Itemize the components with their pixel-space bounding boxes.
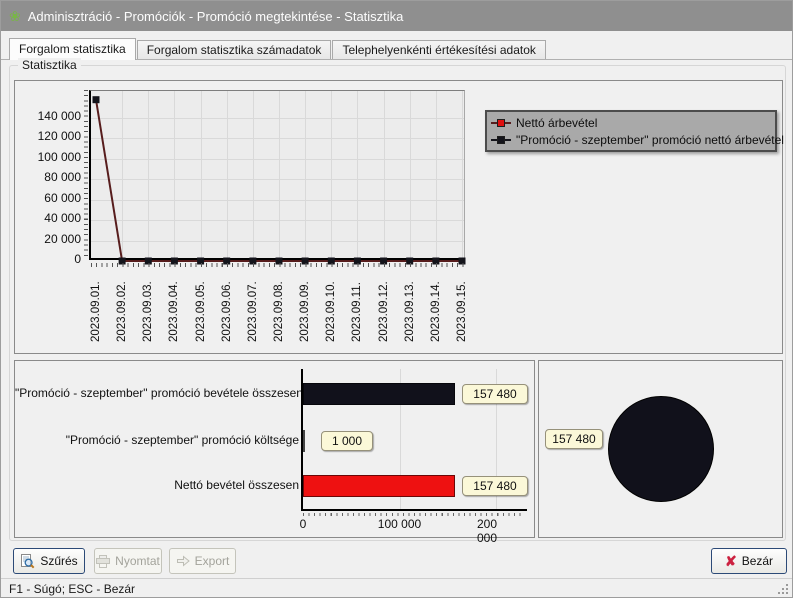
title-bar[interactable]: ❀ Adminisztráció - Promóciók - Promóció …: [1, 1, 792, 31]
bar-value-label: 157 480: [462, 384, 528, 404]
app-icon: ❀: [9, 9, 21, 23]
export-arrow-icon: [176, 555, 190, 567]
legend-label: "Promóció - szeptember" promóció nettó á…: [516, 133, 784, 147]
close-button[interactable]: ✘ Bezár: [711, 548, 787, 574]
y-tick-label: 120 000: [15, 129, 81, 143]
x-date-label: 2023.09.05.: [194, 265, 208, 342]
filter-button-label: Szűrés: [40, 554, 77, 568]
x-date-label: 2023.09.09.: [298, 265, 312, 342]
groupbox-label: Statisztika: [18, 58, 81, 72]
bar-category-label: Nettó bevétel összesen: [15, 478, 299, 492]
tab-forgalom-statisztika-szamadatok[interactable]: Forgalom statisztika számadatok: [137, 40, 332, 59]
export-button[interactable]: Export: [169, 548, 236, 574]
line-plot-area: [89, 90, 465, 260]
line-series-layer: [91, 91, 467, 261]
chart-legend: Nettó árbevétel "Promóció - szeptember" …: [485, 110, 777, 152]
x-date-label: 2023.09.13.: [403, 265, 417, 342]
pie-chart-panel: 157 480: [538, 360, 783, 538]
status-bar: F1 - Súgó; ESC - Bezár: [1, 578, 792, 598]
y-tick-label: 40 000: [15, 211, 81, 225]
x-date-label: 2023.09.02.: [115, 265, 129, 342]
y-tick-label: 140 000: [15, 109, 81, 123]
x-date-label: 2023.09.08.: [272, 265, 286, 342]
resize-grip[interactable]: [786, 592, 788, 594]
bar-promo-revenue: [303, 383, 455, 405]
y-tick-label: 100 000: [15, 150, 81, 164]
y-tick-label: 0: [15, 252, 81, 266]
legend-sample: [491, 117, 511, 128]
legend-sample: [491, 134, 511, 145]
print-button[interactable]: Nyomtat: [94, 548, 162, 574]
bar-net-revenue: [303, 475, 455, 497]
printer-icon: [96, 555, 110, 568]
window-title: Adminisztráció - Promóciók - Promóció me…: [28, 9, 404, 24]
x-date-label: 2023.09.04.: [167, 265, 181, 342]
y-tick-label: 60 000: [15, 191, 81, 205]
x-date-label: 2023.09.14.: [429, 265, 443, 342]
print-button-label: Nyomtat: [115, 554, 160, 568]
red-square-marker-icon: [497, 119, 505, 127]
bar-x-tick-label: 0: [300, 517, 307, 531]
bar-promo-cost: [303, 430, 305, 452]
data-point-marker: [93, 96, 100, 103]
bar-category-label: "Promóció - szeptember" promóció bevétel…: [15, 386, 299, 400]
line-chart-panel: Nettó árbevétel "Promóció - szeptember" …: [14, 80, 783, 354]
y-tick-label: 80 000: [15, 170, 81, 184]
status-bar-text: F1 - Súgó; ESC - Bezár: [9, 582, 135, 596]
legend-label: Nettó árbevétel: [516, 116, 597, 130]
bar-x-tick-label: 100 000: [378, 517, 421, 531]
legend-item-netto-arbevetel: Nettó árbevétel: [491, 114, 771, 131]
bar-axis-minor-ticks: [303, 513, 525, 516]
tab-bar: Forgalom statisztika Forgalom statisztik…: [1, 38, 792, 60]
x-date-label: 2023.09.01.: [89, 265, 103, 342]
close-x-icon: ✘: [725, 554, 737, 568]
bar-value-label: 1 000: [321, 431, 373, 451]
tab-telephelyenkenti-ertekesitesi-adatok[interactable]: Telephelyenkénti értékesítési adatok: [332, 40, 545, 59]
x-date-label: 2023.09.03.: [141, 265, 155, 342]
legend-item-promocio-netto-arbevetel: "Promóció - szeptember" promóció nettó á…: [491, 131, 771, 148]
export-button-label: Export: [195, 554, 230, 568]
bar-x-tick-label: 200 000: [477, 517, 515, 545]
bar-chart-panel: "Promóció - szeptember" promóció bevétel…: [14, 360, 535, 538]
revenue-line: [96, 100, 462, 261]
pie-value-label: 157 480: [545, 429, 603, 449]
bar-x-axis: [301, 509, 527, 511]
bar-category-label: "Promóció - szeptember" promóció költség…: [15, 433, 299, 447]
x-date-label: 2023.09.07.: [246, 265, 260, 342]
close-button-label: Bezár: [742, 554, 773, 568]
bar-value-label: 157 480: [462, 476, 528, 496]
statistics-groupbox: Statisztika Nettó árbevétel "Promóció - …: [9, 65, 786, 541]
x-date-label: 2023.09.12.: [377, 265, 391, 342]
pie-slice: [608, 396, 714, 502]
x-date-label: 2023.09.06.: [220, 265, 234, 342]
tab-forgalom-statisztika[interactable]: Forgalom statisztika: [9, 38, 136, 60]
app-window: ❀ Adminisztráció - Promóciók - Promóció …: [0, 0, 793, 598]
x-date-label: 2023.09.10.: [324, 265, 338, 342]
black-square-marker-icon: [497, 136, 505, 144]
y-axis-minor-ticks: [84, 90, 88, 260]
y-tick-label: 20 000: [15, 232, 81, 246]
filter-button[interactable]: Szűrés: [13, 548, 85, 574]
x-date-label: 2023.09.11.: [350, 265, 364, 342]
x-date-label: 2023.09.15.: [455, 265, 469, 342]
search-document-icon: [20, 554, 35, 569]
